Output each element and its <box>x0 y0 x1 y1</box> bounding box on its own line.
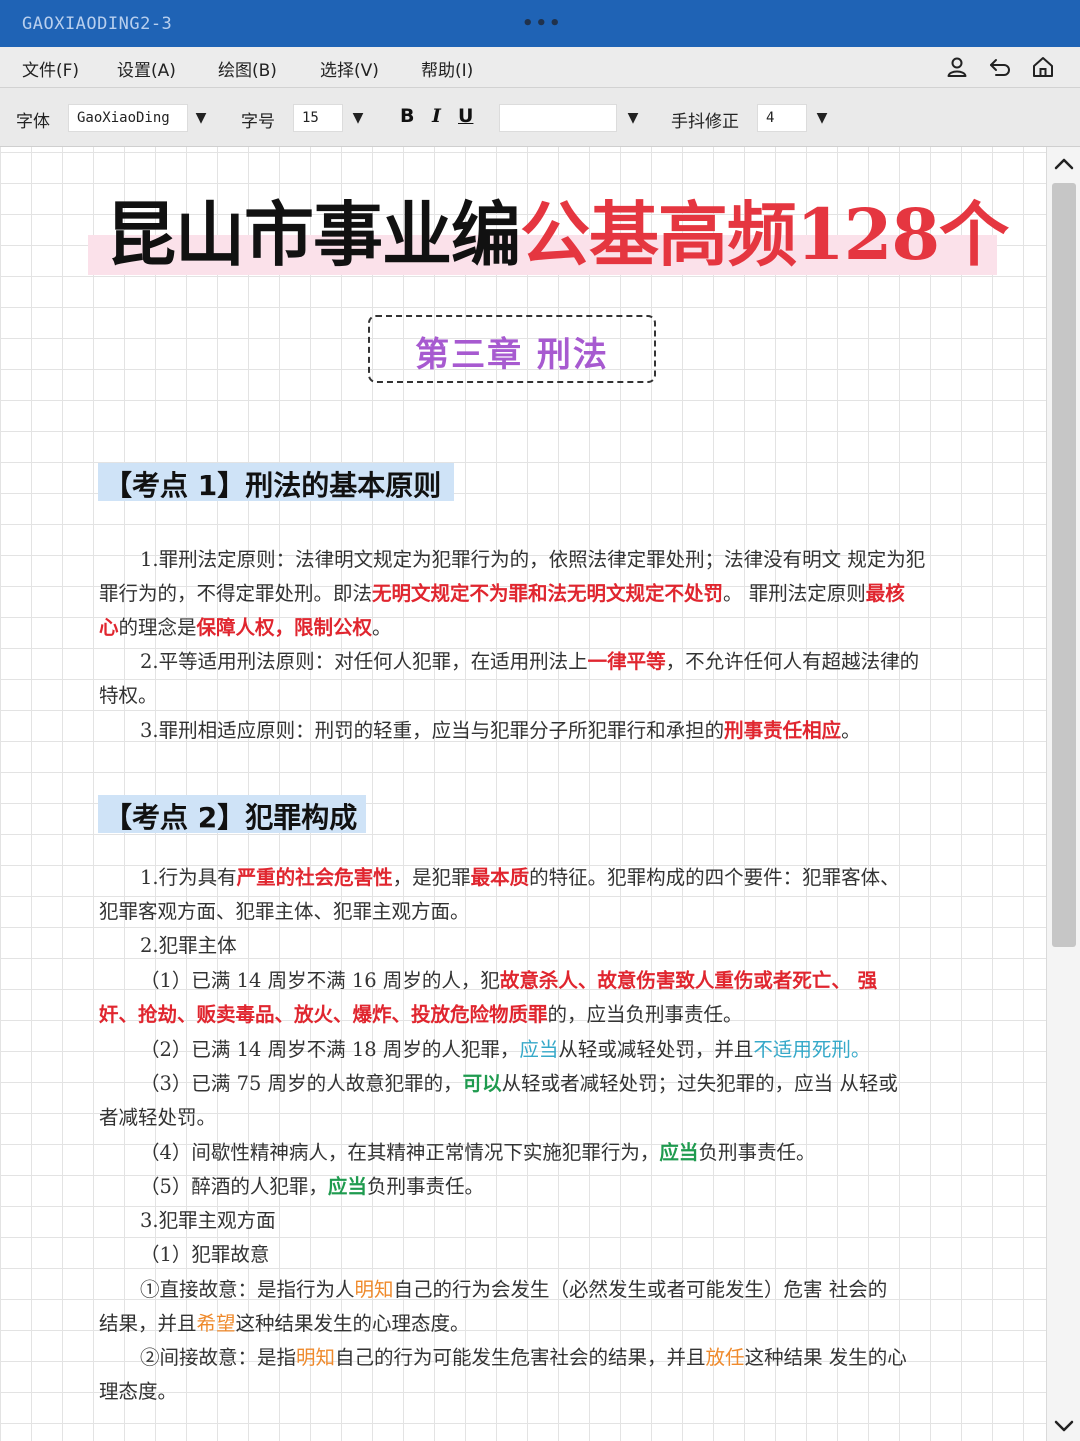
text-line: （1）犯罪故意 <box>140 1243 270 1266</box>
user-icon[interactable] <box>945 55 969 79</box>
menu-settings[interactable]: 设置(A) <box>117 56 176 81</box>
size-select[interactable]: 15 <box>293 104 343 132</box>
text-line: 罪行为的，不得定罪处刑。即法无明文规定不为罪和法无明文规定不处罚。 罪刑法定原则… <box>99 582 905 605</box>
text-line: （2）已满 14 周岁不满 18 周岁的人犯罪，应当从轻或减轻处罚，并且不适用死… <box>140 1038 871 1061</box>
text-line: （5）醉酒的人犯罪，应当负刑事责任。 <box>140 1175 484 1198</box>
text-line: 特权。 <box>99 684 158 707</box>
menu-draw[interactable]: 绘图(B) <box>218 56 277 81</box>
section-heading-1: 【考点 1】刑法的基本原则 <box>104 469 442 502</box>
text-line: 1.罪刑法定原则：法律明文规定为犯罪行为的，依照法律定罪处刑；法律没有明文 规定… <box>140 548 926 571</box>
scroll-up-icon[interactable] <box>1053 155 1075 173</box>
vertical-scrollbar[interactable] <box>1046 147 1080 1441</box>
text-line: 心的理念是保障人权，限制公权。 <box>99 616 392 639</box>
stabilizer-label: 手抖修正 <box>671 112 739 132</box>
document-title: 昆山市事业编公基高频128个 <box>106 193 1009 276</box>
text-line: （1）已满 14 周岁不满 16 周岁的人，犯故意杀人、故意伤害致人重伤或者死亡… <box>140 969 878 992</box>
document-canvas[interactable]: 昆山市事业编公基高频128个 第三章 刑法 【考点 1】刑法的基本原则 1.罪刑… <box>0 147 1046 1441</box>
dropdown-arrow-icon[interactable]: ▼ <box>621 104 645 132</box>
underline-button[interactable]: U <box>458 105 473 127</box>
stabilizer-select[interactable]: 4 <box>757 104 807 132</box>
menu-select[interactable]: 选择(V) <box>320 56 379 81</box>
text-line: ①直接故意：是指行为人明知自己的行为会发生（必然发生或者可能发生）危害 社会的 <box>140 1278 888 1301</box>
text-line: ②间接故意：是指明知自己的行为可能发生危害社会的结果，并且放任这种结果 发生的心 <box>140 1346 907 1369</box>
text-line: （4）间歇性精神病人，在其精神正常情况下实施犯罪行为，应当负刑事责任。 <box>140 1141 816 1164</box>
scrollbar-thumb[interactable] <box>1052 183 1076 947</box>
dropdown-arrow-icon[interactable]: ▼ <box>810 104 834 132</box>
font-label: 字体 <box>16 112 50 132</box>
home-icon[interactable] <box>1031 55 1055 79</box>
text-line: 奸、抢劫、贩卖毒品、放火、爆炸、投放危险物质罪的，应当负刑事责任。 <box>99 1003 743 1026</box>
app-title: GAOXIAODING2-3 <box>22 14 173 34</box>
menu-help[interactable]: 帮助(I) <box>421 56 473 81</box>
section-heading-2: 【考点 2】犯罪构成 <box>104 801 358 834</box>
text-line: 理态度。 <box>99 1380 178 1403</box>
text-line: 3.罪刑相适应原则：刑罚的轻重，应当与犯罪分子所犯罪行和承担的刑事责任相应。 <box>140 719 861 742</box>
text-line: 结果，并且希望这种结果发生的心理态度。 <box>99 1312 470 1335</box>
font-select[interactable]: GaoXiaoDing <box>68 104 188 132</box>
italic-button[interactable]: I <box>432 105 441 127</box>
chapter-box: 第三章 刑法 <box>368 315 656 383</box>
title-bar: GAOXIAODING2-3 ••• <box>0 0 1080 47</box>
undo-icon[interactable] <box>988 55 1012 79</box>
chapter-title: 第三章 刑法 <box>415 335 609 375</box>
text-line: 1.行为具有严重的社会危害性，是犯罪最本质的特征。犯罪构成的四个要件：犯罪客体、 <box>140 866 900 889</box>
dropdown-arrow-icon[interactable]: ▼ <box>189 104 213 132</box>
menu-bar: 文件(F) 设置(A) 绘图(B) 选择(V) 帮助(I) <box>0 47 1080 88</box>
menu-file[interactable]: 文件(F) <box>22 56 79 81</box>
dropdown-arrow-icon[interactable]: ▼ <box>346 104 370 132</box>
text-line: 2.平等适用刑法原则：对任何人犯罪，在适用刑法上一律平等，不允许任何人有超越法律… <box>140 650 920 673</box>
text-line: 犯罪客观方面、犯罪主体、犯罪主观方面。 <box>99 900 470 923</box>
text-line: 2.犯罪主体 <box>140 934 237 957</box>
text-line: 者减轻处罚。 <box>99 1106 217 1129</box>
style-select[interactable] <box>499 104 617 132</box>
text-line: 3.犯罪主观方面 <box>140 1209 276 1232</box>
text-line: （3）已满 75 周岁的人故意犯罪的，可以从轻或者减轻处罚；过失犯罪的，应当 从… <box>140 1072 898 1095</box>
format-toolbar: 字体 GaoXiaoDing ▼ 字号 15 ▼ B I U ▼ 手抖修正 4 … <box>0 88 1080 147</box>
scroll-down-icon[interactable] <box>1053 1417 1075 1435</box>
window-menu-dots[interactable]: ••• <box>522 13 563 34</box>
size-label: 字号 <box>241 112 275 132</box>
bold-button[interactable]: B <box>400 105 414 127</box>
